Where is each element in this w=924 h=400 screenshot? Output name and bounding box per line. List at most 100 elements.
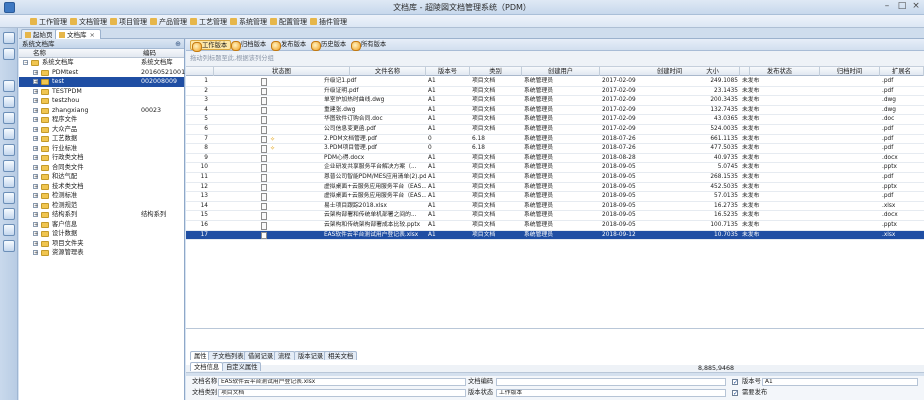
tab-close-icon[interactable]: ×	[90, 31, 95, 39]
tree-col-code[interactable]: 编码	[143, 49, 156, 58]
table-row[interactable]: 6 公司信息变更函.pdf A1 项目文档 系统管理员 2017-02-09 524.003…	[186, 125, 924, 135]
grid-col-extension[interactable]: 扩展名	[880, 67, 924, 76]
expand-toggle-icon[interactable]: −	[23, 60, 28, 66]
menu-plugin[interactable]: 插件管理	[310, 17, 347, 27]
tree-row[interactable]: + 检测标准	[19, 191, 184, 201]
menu-system[interactable]: 系统管理	[230, 17, 267, 27]
need-publish-checkbox[interactable]: ✓	[732, 390, 738, 397]
expand-toggle-icon[interactable]: +	[33, 193, 38, 199]
tree-row[interactable]: + 结构系列 结构系列	[19, 210, 184, 220]
table-row[interactable]: 5 华图软件订购合同.doc A1 项目文档 系统管理员 2017-02-09 43.036…	[186, 115, 924, 125]
table-row[interactable]: 17 EAS软件云平台测试用户登记表.xlsx A1 项目文档 系统管理员 2018-09…	[186, 230, 924, 241]
group-by-area[interactable]: 拖动列标题至此,根据该列分组	[186, 51, 924, 67]
tab-workflow[interactable]: 流程	[274, 351, 295, 360]
tab-doc-library[interactable]: 文档库 ×	[55, 29, 101, 39]
chart-icon[interactable]	[3, 176, 15, 188]
tree-row[interactable]: + testzhou	[19, 96, 184, 106]
all-versions-button[interactable]: 所有版本	[350, 40, 386, 51]
tools-icon[interactable]	[3, 128, 15, 140]
expand-toggle-icon[interactable]: +	[33, 202, 38, 208]
tree-row[interactable]: + PDMtest 20160521001	[19, 68, 185, 78]
tree-row[interactable]: + 合同类文件	[19, 163, 184, 173]
tree-row[interactable]: + 和达气配	[19, 172, 184, 182]
version-field[interactable]: A1	[762, 378, 918, 386]
expand-toggle-icon[interactable]: +	[33, 240, 38, 246]
table-row[interactable]: 11 恩普公司智能PDM/MES应用清单(2).pdf A1 项目文档 系统管理员 201…	[186, 173, 924, 183]
table-row[interactable]: ✧ 7 2.PDM文档管理.pdf 0 6.18 系统管理员 2018-07-26 661.1…	[186, 135, 924, 145]
grid-col-version[interactable]: 版本号	[426, 67, 470, 76]
tree-row[interactable]: + 技术类文档	[19, 182, 184, 192]
version-checkbox[interactable]: ✓	[732, 379, 738, 386]
tree-row[interactable]: − 系统文档库 系统文档库	[19, 58, 184, 68]
expand-toggle-icon[interactable]: +	[33, 79, 38, 85]
table-row[interactable]: 10 企业研发共享服务平台解决方案（... A1 项目文档 系统管理员 2018-09-0…	[186, 163, 924, 173]
working-version-button[interactable]: 工作版本	[190, 40, 232, 52]
tree-row[interactable]: + 行政类文档	[19, 153, 184, 163]
maximize-icon[interactable]: □	[895, 1, 909, 13]
expand-toggle-icon[interactable]: +	[33, 183, 38, 189]
tree-row[interactable]: + 项目文件夹	[19, 239, 184, 249]
tab-doc-info[interactable]: 文档信息	[190, 362, 224, 371]
tab-borrow-records[interactable]: 借阅记录	[244, 351, 278, 360]
published-version-button[interactable]: 发布版本	[270, 40, 306, 51]
expand-toggle-icon[interactable]: +	[33, 145, 38, 151]
table-row[interactable]: 15 云架构部署和传统单机部署之间的... A1 项目文档 系统管理员 2018-09-0…	[186, 211, 924, 221]
tree-row[interactable]: + 程序文件	[19, 115, 184, 125]
table-row[interactable]: 14 易士项目跟踪2018.xlsx A1 项目文档 系统管理员 2018-09-05 16…	[186, 202, 924, 212]
tree-row[interactable]: + TESTPDM	[19, 87, 184, 97]
home-icon[interactable]	[3, 32, 15, 44]
grid-col-archive-time[interactable]: 归档时间	[820, 67, 880, 76]
table-row[interactable]: 4 重建张.dwg A1 项目文档 系统管理员 2017-02-09 132.7435 未发布…	[186, 106, 924, 116]
tree-row[interactable]: + 工艺数据	[19, 134, 184, 144]
doc-type-field[interactable]: 项目文档	[218, 389, 466, 397]
user-icon[interactable]	[3, 192, 15, 204]
settings-icon[interactable]	[3, 144, 15, 156]
table-row[interactable]: 12 虚拟桌面+云服务应用服务平台（EAS... A1 项目文档 系统管理员 2018-0…	[186, 183, 924, 193]
search-icon[interactable]	[3, 96, 15, 108]
folder-icon[interactable]	[3, 80, 15, 92]
expand-toggle-icon[interactable]: +	[33, 98, 38, 104]
table-row[interactable]: 2 升级证明.pdf A1 项目文档 系统管理员 2017-02-09 23.1435 未发布…	[186, 87, 924, 97]
tab-version-records[interactable]: 版本记录	[294, 351, 328, 360]
expand-toggle-icon[interactable]: +	[33, 69, 38, 75]
menu-project[interactable]: 项目管理	[110, 17, 147, 27]
grid-col-publish-status[interactable]: 发布状态	[740, 67, 820, 76]
report-icon[interactable]	[3, 208, 15, 220]
version-status-field[interactable]: 工作版本	[496, 389, 726, 397]
expand-toggle-icon[interactable]: +	[33, 212, 38, 218]
minimize-icon[interactable]: –	[880, 1, 894, 13]
expand-toggle-icon[interactable]: +	[33, 221, 38, 227]
table-row[interactable]: 1 升级记1.pdf A1 项目文档 系统管理员 2017-02-09 249.1085 未发…	[186, 77, 924, 87]
archived-version-button[interactable]: 归档版本	[230, 40, 266, 51]
tree-row[interactable]: + 资源管理表	[19, 248, 184, 258]
expand-toggle-icon[interactable]: +	[33, 231, 38, 237]
table-row[interactable]: 3 单室炉加热时曲线.dwg A1 项目文档 系统管理员 2017-02-09 200.34…	[186, 96, 924, 106]
table-row[interactable]: 13 虚拟桌面+云服务应用服务平台（EAS... A1 项目文档 系统管理员 2018-0…	[186, 192, 924, 202]
table-row[interactable]: 9 PDM心得.docx A1 项目文档 系统管理员 2018-08-28 40.9735 未…	[186, 154, 924, 164]
grid-col-status-icon[interactable]: 状态图	[214, 67, 350, 76]
tab-start-page[interactable]: 起始页	[21, 29, 59, 39]
expand-toggle-icon[interactable]: +	[33, 107, 38, 113]
pdm-icon[interactable]	[3, 160, 15, 172]
menu-document[interactable]: 文档管理	[70, 17, 107, 27]
grid-col-category[interactable]: 类别	[470, 67, 522, 76]
doc-name-field[interactable]: EAS软件云平台测试用户登记表.xlsx	[218, 378, 466, 386]
tree-row[interactable]: + 客户信息	[19, 220, 184, 230]
tree-row[interactable]: + 行业标准	[19, 144, 184, 154]
grid-col-filename[interactable]: 文件名称	[350, 67, 426, 76]
menu-process[interactable]: 工艺管理	[190, 17, 227, 27]
expand-toggle-icon[interactable]: +	[33, 88, 38, 94]
table-row[interactable]: 16 云架构和传统架构部署成本比较.pptx A1 项目文档 系统管理员 2018-09-…	[186, 221, 924, 231]
grid-col-creator[interactable]: 创建用户	[522, 67, 600, 76]
tab-custom-attrs[interactable]: 自定义属性	[222, 362, 262, 371]
expand-toggle-icon[interactable]: +	[33, 136, 38, 142]
expand-toggle-icon[interactable]: +	[33, 164, 38, 170]
tree-col-name[interactable]: 名称	[33, 49, 46, 58]
menu-work[interactable]: 工作管理	[30, 17, 67, 27]
tree-row[interactable]: + 设计数据	[19, 229, 184, 239]
plugin-icon[interactable]	[3, 240, 15, 252]
grid-col-size[interactable]: 大小	[686, 67, 740, 76]
tree-row[interactable]: + test 002008009	[19, 77, 184, 87]
tab-related-docs[interactable]: 相关文档	[324, 351, 358, 360]
workflow-icon[interactable]	[3, 112, 15, 124]
